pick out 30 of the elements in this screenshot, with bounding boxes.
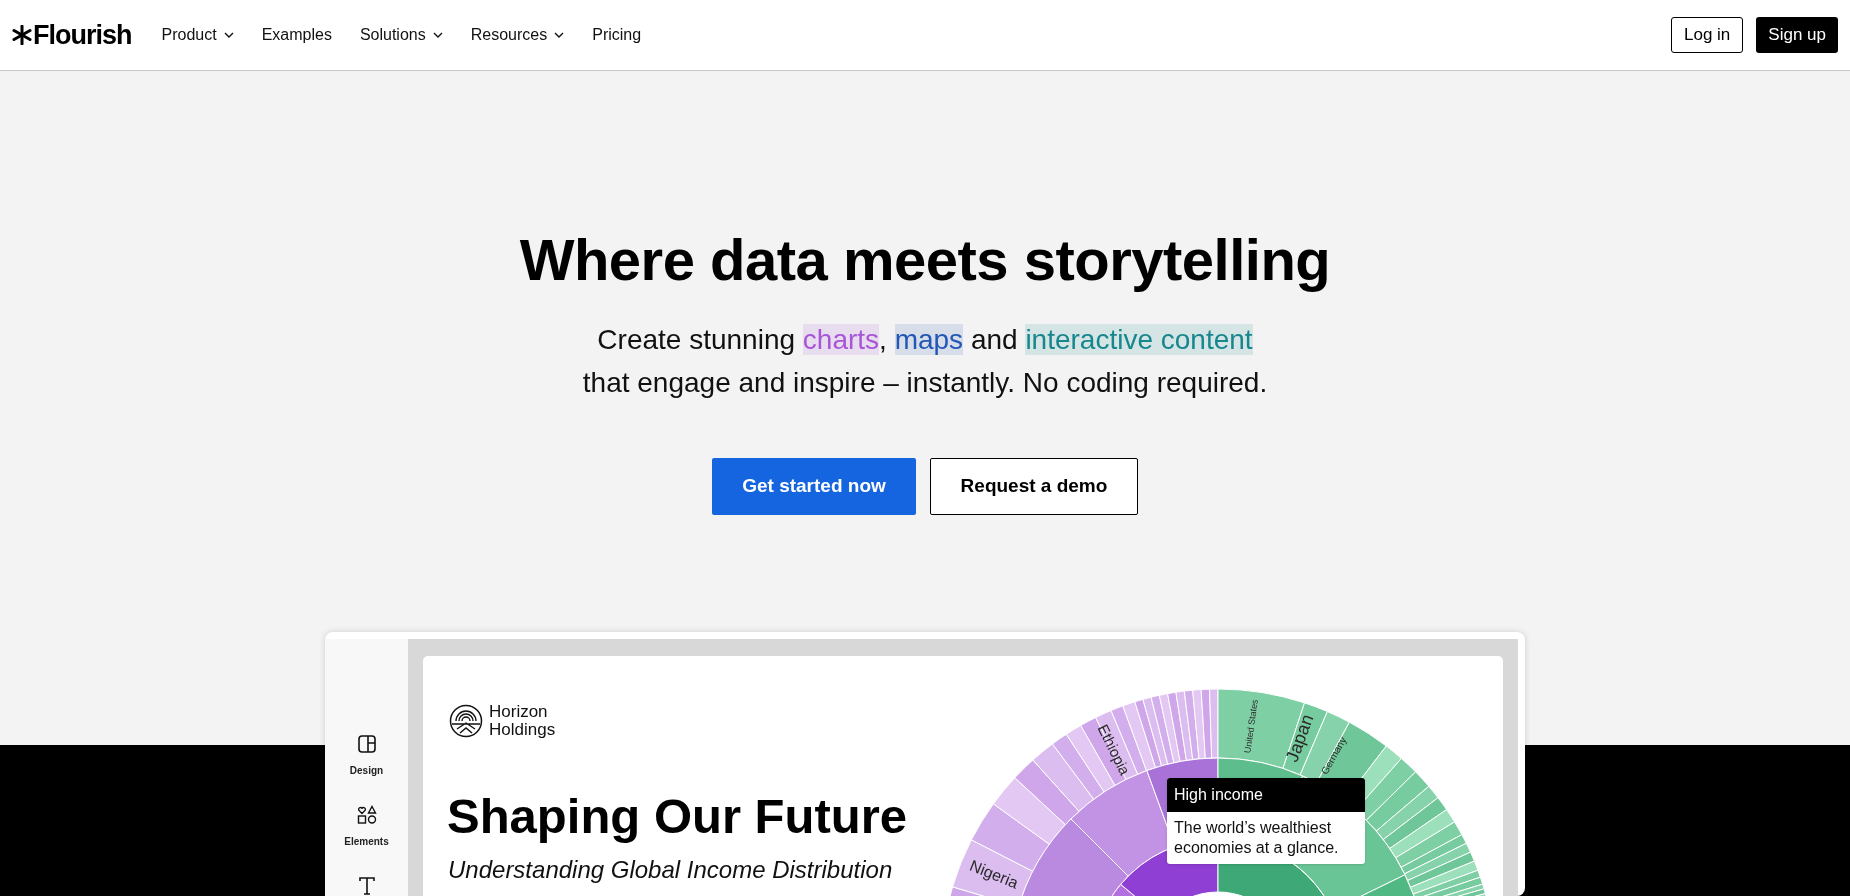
signup-button[interactable]: Sign up	[1756, 17, 1838, 53]
nav-link[interactable]: Product	[161, 23, 234, 47]
login-button[interactable]: Log in	[1671, 17, 1744, 53]
chevron-down-icon	[554, 32, 565, 38]
shapes-icon	[356, 805, 377, 825]
chevron-down-icon	[432, 32, 443, 38]
request-demo-button[interactable]: Request a demo	[930, 458, 1138, 515]
layout-icon	[356, 734, 377, 754]
chart-label: United States	[1242, 698, 1260, 754]
tooltip-title: High income	[1167, 778, 1365, 812]
sidebar-tool[interactable]: Elements	[344, 805, 389, 849]
slide-title: Shaping Our Future	[447, 788, 908, 845]
brand-name: Horizon Holdings	[489, 703, 556, 739]
hero-title: Where data meets storytelling	[519, 226, 1331, 294]
nav-link[interactable]: Examples	[261, 23, 332, 47]
slide-subtitle: Understanding Global Income Distribution	[448, 855, 893, 885]
hero-subtitle: Create stunning charts, maps and interactive content that engage and inspire – instantly. No coding required.	[582, 323, 1268, 400]
text-icon	[357, 876, 376, 896]
sidebar-tool[interactable]	[357, 876, 376, 896]
nav-link[interactable]: Resources	[470, 23, 565, 47]
get-started-button[interactable]: Get started now	[712, 458, 916, 515]
chart-label: Japan	[1281, 711, 1318, 765]
sidebar-tool[interactable]: Design	[349, 734, 384, 778]
nav-link[interactable]: Pricing	[592, 23, 642, 47]
tooltip-text: The world’s wealthiest economies at a glance.	[1173, 818, 1340, 858]
asterisk-icon	[12, 25, 32, 45]
sun-mountain-icon	[449, 704, 483, 738]
flourish-logo[interactable]: Flourish	[12, 14, 132, 56]
nav-link[interactable]: Solutions	[359, 23, 443, 47]
chevron-down-icon	[223, 32, 234, 38]
